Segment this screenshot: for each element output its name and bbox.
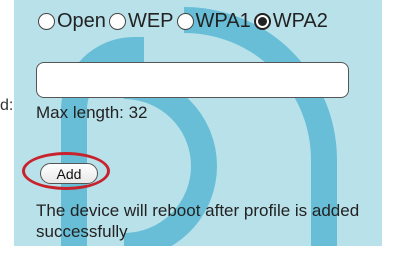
radio-open[interactable] [38, 13, 55, 30]
radio-wpa2[interactable] [253, 13, 271, 30]
radio-label-open: Open [57, 10, 106, 32]
password-label-fragment: d: [0, 97, 14, 114]
security-option-wpa2[interactable]: WPA2 [253, 10, 328, 33]
radio-label-wpa2: WPA2 [272, 10, 328, 32]
security-option-wpa1[interactable]: WPA1 [176, 10, 251, 33]
radio-wpa1[interactable] [176, 13, 194, 30]
security-option-wep[interactable]: WEP [108, 10, 174, 33]
settings-panel: Open WEP WPA1 WPA2 Max length: 32 Add Th… [14, 0, 382, 246]
radio-wep[interactable] [108, 13, 126, 30]
logo-center-mark [104, 135, 164, 195]
security-radio-group: Open WEP WPA1 WPA2 [38, 10, 331, 33]
radio-label-wep: WEP [127, 10, 174, 32]
reboot-note: The device will reboot after profile is … [36, 201, 360, 241]
radio-label-wpa1: WPA1 [195, 10, 251, 32]
password-input[interactable] [36, 62, 349, 98]
add-button[interactable]: Add [40, 163, 98, 184]
security-option-open[interactable]: Open [38, 10, 106, 33]
max-length-hint: Max length: 32 [36, 103, 148, 122]
